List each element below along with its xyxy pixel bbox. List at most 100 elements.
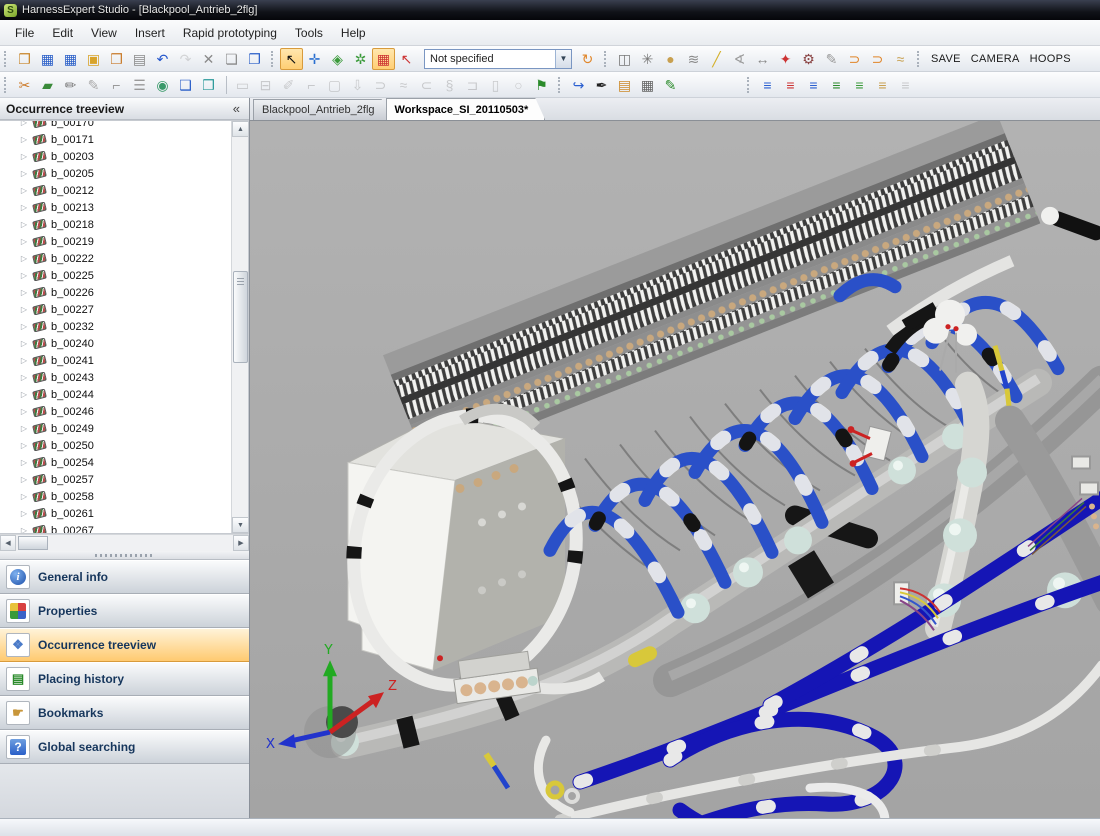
toolbar-grip[interactable] <box>4 77 8 93</box>
tree-item-b-00243[interactable]: ▷b_00243 <box>4 369 231 386</box>
rotate-manipulator-button[interactable]: ◈ <box>326 48 349 70</box>
undo-button[interactable]: ↶ <box>151 48 174 70</box>
wires-group-button[interactable]: ≡ <box>848 74 871 96</box>
tree-item-b-00249[interactable]: ▷b_00249 <box>4 420 231 437</box>
scrollbar-thumb[interactable] <box>18 536 48 550</box>
toolbar-grip[interactable] <box>271 51 275 67</box>
panel-button-placing-history[interactable]: ▤Placing history <box>0 662 249 696</box>
expand-arrow-icon[interactable]: ▷ <box>16 475 32 484</box>
save-button[interactable]: SAVE <box>926 50 966 68</box>
panel-button-general-info[interactable]: iGeneral info <box>0 560 249 594</box>
menu-item-tools[interactable]: Tools <box>286 23 332 43</box>
chevron-down-icon[interactable]: ▼ <box>555 50 571 68</box>
scrollbar-thumb[interactable] <box>233 271 248 363</box>
tree-item-b-00232[interactable]: ▷b_00232 <box>4 318 231 335</box>
connector-edit-button[interactable]: ▦ <box>636 74 659 96</box>
green-connector-button[interactable]: ▰ <box>36 74 59 96</box>
print-button[interactable]: ▤ <box>128 48 151 70</box>
expand-arrow-icon[interactable]: ▷ <box>16 356 32 365</box>
tree-item-b-00219[interactable]: ▷b_00219 <box>4 233 231 250</box>
expand-arrow-icon[interactable]: ▷ <box>16 458 32 467</box>
box-copy-button[interactable]: ❑ <box>174 74 197 96</box>
tab-blackpool-antrieb-2flg[interactable]: Blackpool_Antrieb_2flg <box>253 99 392 120</box>
menu-item-rapid-prototyping[interactable]: Rapid prototyping <box>174 23 286 43</box>
tab-workspace-si-20110503[interactable]: Workspace_SI_20110503* <box>386 98 546 120</box>
expand-arrow-icon[interactable]: ▷ <box>16 322 32 331</box>
hoops-button[interactable]: HOOPS <box>1025 50 1076 68</box>
new-from-template-button[interactable]: ❐ <box>13 48 36 70</box>
copy-occurrence-button[interactable]: ❏ <box>220 48 243 70</box>
tree-item-b-00205[interactable]: ▷b_00205 <box>4 165 231 182</box>
horizontal-scrollbar[interactable]: ◀ ▶ <box>0 534 249 551</box>
expand-arrow-icon[interactable]: ▷ <box>16 169 32 178</box>
expand-arrow-icon[interactable]: ▷ <box>16 339 32 348</box>
expand-arrow-icon[interactable]: ▷ <box>16 271 32 280</box>
scroll-down-icon[interactable]: ▼ <box>232 517 249 533</box>
route-hook-button[interactable]: ↪ <box>567 74 590 96</box>
save-all-button[interactable]: ▦ <box>59 48 82 70</box>
panel-splitter[interactable] <box>0 551 249 560</box>
tree-item-b-00244[interactable]: ▷b_00244 <box>4 386 231 403</box>
tree-item-b-00203[interactable]: ▷b_00203 <box>4 148 231 165</box>
expand-arrow-icon[interactable]: ▷ <box>16 407 32 416</box>
box-paste-button[interactable]: ❒ <box>197 74 220 96</box>
comb-bundle-button[interactable]: ☰ <box>128 74 151 96</box>
tree-item-b-00261[interactable]: ▷b_00261 <box>4 505 231 522</box>
tree-item-b-00227[interactable]: ▷b_00227 <box>4 301 231 318</box>
pick-cursor-button[interactable]: ↖ <box>395 48 418 70</box>
tree-item-b-00258[interactable]: ▷b_00258 <box>4 488 231 505</box>
tree-item-b-00254[interactable]: ▷b_00254 <box>4 454 231 471</box>
translate-manipulator-button[interactable]: ✛ <box>303 48 326 70</box>
elbow-segment-button[interactable]: ⌐ <box>105 74 128 96</box>
expand-arrow-icon[interactable]: ▷ <box>16 424 32 433</box>
expand-arrow-icon[interactable]: ▷ <box>16 390 32 399</box>
angle-measure-button[interactable]: ∢ <box>728 48 751 70</box>
ruler-tool-button[interactable]: ╱ <box>705 48 728 70</box>
refresh-view-button[interactable]: ↻ <box>576 48 599 70</box>
tree-item-b-00241[interactable]: ▷b_00241 <box>4 352 231 369</box>
profile-combobox[interactable]: Not specified ▼ <box>424 49 572 69</box>
annotate-pencil-button[interactable]: ✎ <box>820 48 843 70</box>
flag-marker-button[interactable]: ⚑ <box>530 74 553 96</box>
tree-item-b-00213[interactable]: ▷b_00213 <box>4 199 231 216</box>
wires-export-button[interactable]: ≡ <box>756 74 779 96</box>
scroll-up-icon[interactable]: ▲ <box>232 121 249 137</box>
tree-item-b-00222[interactable]: ▷b_00222 <box>4 250 231 267</box>
pencil-light-button[interactable]: ✎ <box>82 74 105 96</box>
tree-item-b-00170[interactable]: ▷b_00170 <box>4 121 231 131</box>
tree-item-b-00257[interactable]: ▷b_00257 <box>4 471 231 488</box>
select-cursor-button[interactable]: ↖ <box>280 48 303 70</box>
expand-arrow-icon[interactable]: ▷ <box>16 203 32 212</box>
expand-arrow-icon[interactable]: ▷ <box>16 121 32 127</box>
tree-item-b-00240[interactable]: ▷b_00240 <box>4 335 231 352</box>
connector-in-button[interactable]: ⊃ <box>843 48 866 70</box>
expand-arrow-icon[interactable]: ▷ <box>16 441 32 450</box>
expand-arrow-icon[interactable]: ▷ <box>16 186 32 195</box>
delete-button[interactable]: ✕ <box>197 48 220 70</box>
toolbar-grip[interactable] <box>747 77 751 93</box>
camera-button[interactable]: CAMERA <box>966 50 1025 68</box>
expand-arrow-icon[interactable]: ▷ <box>16 237 32 246</box>
tree-item-b-00250[interactable]: ▷b_00250 <box>4 437 231 454</box>
tree-item-b-00267[interactable]: ▷b_00267 <box>4 522 231 533</box>
expand-arrow-icon[interactable]: ▷ <box>16 509 32 518</box>
axis-snap-button[interactable]: ✳ <box>636 48 659 70</box>
toolbar-grip[interactable] <box>604 51 608 67</box>
tree-item-b-00246[interactable]: ▷b_00246 <box>4 403 231 420</box>
wires-edit-button[interactable]: ≡ <box>871 74 894 96</box>
vertical-scrollbar[interactable]: ▲ ▼ <box>231 121 248 533</box>
expand-arrow-icon[interactable]: ▷ <box>16 254 32 263</box>
robot-tool-button[interactable]: ⚙ <box>797 48 820 70</box>
scale-manipulator-button[interactable]: ✲ <box>349 48 372 70</box>
cut-bundle-button[interactable]: ✂ <box>13 74 36 96</box>
connector-out-button[interactable]: ⊃ <box>866 48 889 70</box>
zone-select-button[interactable]: ▦ <box>372 48 395 70</box>
pencil-dark-button[interactable]: ✏ <box>59 74 82 96</box>
scroll-left-icon[interactable]: ◀ <box>0 535 16 551</box>
menu-item-file[interactable]: File <box>6 23 43 43</box>
toolbar-grip[interactable] <box>917 51 921 67</box>
toolbar-grip[interactable] <box>558 77 562 93</box>
expand-arrow-icon[interactable]: ▷ <box>16 526 32 533</box>
collapse-panel-button[interactable]: « <box>230 101 243 116</box>
wires-delete-button[interactable]: ≡ <box>779 74 802 96</box>
